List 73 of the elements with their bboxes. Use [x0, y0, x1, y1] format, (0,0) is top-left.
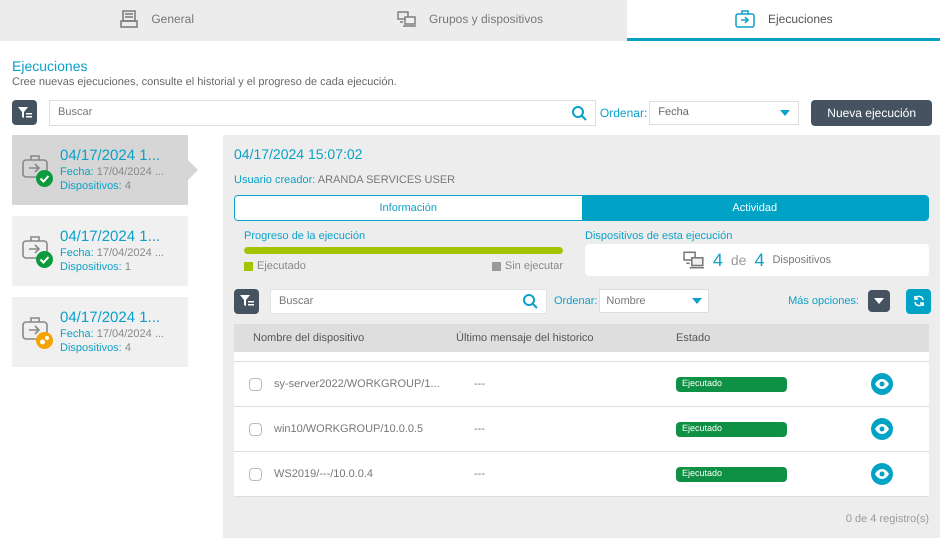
search-field[interactable]: Buscar [270, 288, 547, 314]
tab[interactable]: Grupos y dispositivos [313, 0, 627, 41]
eye-icon[interactable] [871, 418, 893, 440]
execution-date: Fecha: 17/04/2024 ... [60, 246, 164, 260]
last-message: --- [473, 466, 486, 482]
search-icon [522, 293, 538, 309]
refresh-button[interactable] [906, 288, 931, 314]
execution-title: 04/17/2024 1... [60, 308, 162, 326]
legend-executed: Ejecutado [244, 258, 306, 274]
more-options-label: Más opciones: [788, 294, 859, 309]
caret-icon [692, 298, 702, 304]
row-checkbox[interactable] [249, 378, 262, 390]
execution-devices: Dispositivos: 4 [60, 178, 132, 194]
execution-devices: Dispositivos: 1 [60, 260, 132, 274]
execution-card[interactable]: 04/17/2024 1... Fecha: 17/04/2024 ... Dispositivos: 4 [12, 135, 188, 205]
sort-label: Ordenar: [600, 104, 648, 122]
devices-icon [682, 250, 705, 270]
detail-title: 04/17/2024 15:07:02 [234, 145, 364, 163]
devices-box-label: Dispositivos de esta ejecución [585, 229, 734, 243]
creator-text: Usuario creador: ARANDA SERVICES USER [234, 173, 456, 187]
page-subtitle: Cree nuevas ejecuciones, consulte el historial y el progreso de cada ejecución. [12, 75, 398, 90]
execution-title: 04/17/2024 1... [60, 228, 162, 246]
status-badge: Ejecutado [676, 466, 787, 482]
device-name: WS2019/---/10.0.0.4 [274, 466, 374, 482]
execution-card[interactable]: 04/17/2024 1... Fecha: 17/04/2024 ... Dispositivos: 1 [12, 216, 188, 286]
execution-title: 04/17/2024 1... [60, 146, 162, 164]
execution-devices: Dispositivos: 4 [60, 340, 132, 356]
devices-icon [396, 10, 417, 28]
search-icon [570, 104, 587, 120]
page-title: Ejecuciones [12, 57, 88, 75]
sort-dropdown[interactable]: Nombre [599, 289, 710, 313]
device-name: sy-server2022/WORKGROUP/1... [274, 376, 440, 392]
filter-icon [240, 294, 254, 308]
execution-date: Fecha: 17/04/2024 ... [60, 164, 164, 178]
status-badge: Ejecutado [676, 376, 787, 392]
execution-date: Fecha: 17/04/2024 ... [60, 326, 164, 340]
detail-tab[interactable]: Actividad [582, 196, 928, 220]
briefcase-icon [22, 154, 50, 180]
caret-icon [874, 298, 884, 304]
sort-dropdown[interactable]: Fecha [649, 100, 800, 124]
tab[interactable]: General [0, 0, 314, 41]
briefcase-icon [22, 235, 50, 261]
detail-tab[interactable]: Información [235, 196, 582, 220]
briefcase-icon [734, 9, 756, 29]
last-message: --- [473, 422, 486, 437]
device-name: win10/WORKGROUP/10.0.0.5 [274, 422, 424, 437]
last-message: --- [473, 376, 486, 392]
progress-label: Progreso de la ejecución [244, 229, 366, 243]
execution-card[interactable]: 04/17/2024 1... Fecha: 17/04/2024 ... Dispositivos: 4 [12, 297, 188, 367]
new-execution-button[interactable]: Nueva ejecución [811, 100, 932, 126]
column-header: Estado [676, 330, 712, 346]
tab[interactable]: Ejecuciones [626, 0, 940, 41]
selection-pointer [188, 160, 198, 180]
row-checkbox[interactable] [249, 468, 262, 480]
more-options-button[interactable] [868, 290, 890, 312]
sort-label: Ordenar: [554, 294, 598, 309]
column-header: Último mensaje del historico [456, 330, 595, 346]
row-checkbox[interactable] [249, 422, 262, 436]
tray-icon [119, 9, 140, 29]
caret-icon [780, 110, 790, 116]
column-header: Nombre del dispositivo [252, 330, 366, 346]
refresh-icon [912, 295, 924, 307]
filter-icon [18, 106, 32, 120]
search-field[interactable]: Buscar [49, 100, 596, 126]
eye-icon[interactable] [871, 373, 893, 395]
filter-button[interactable] [234, 288, 259, 314]
legend-pending: Sin ejecutar [492, 258, 563, 274]
filter-button[interactable] [12, 100, 37, 125]
eye-icon[interactable] [871, 463, 893, 485]
records-count: 0 de 4 registro(s) [846, 512, 929, 527]
status-badge: Ejecutado [676, 422, 787, 436]
devices-summary: 4 de 4 Dispositivos [585, 244, 929, 276]
briefcase-icon [22, 316, 50, 342]
